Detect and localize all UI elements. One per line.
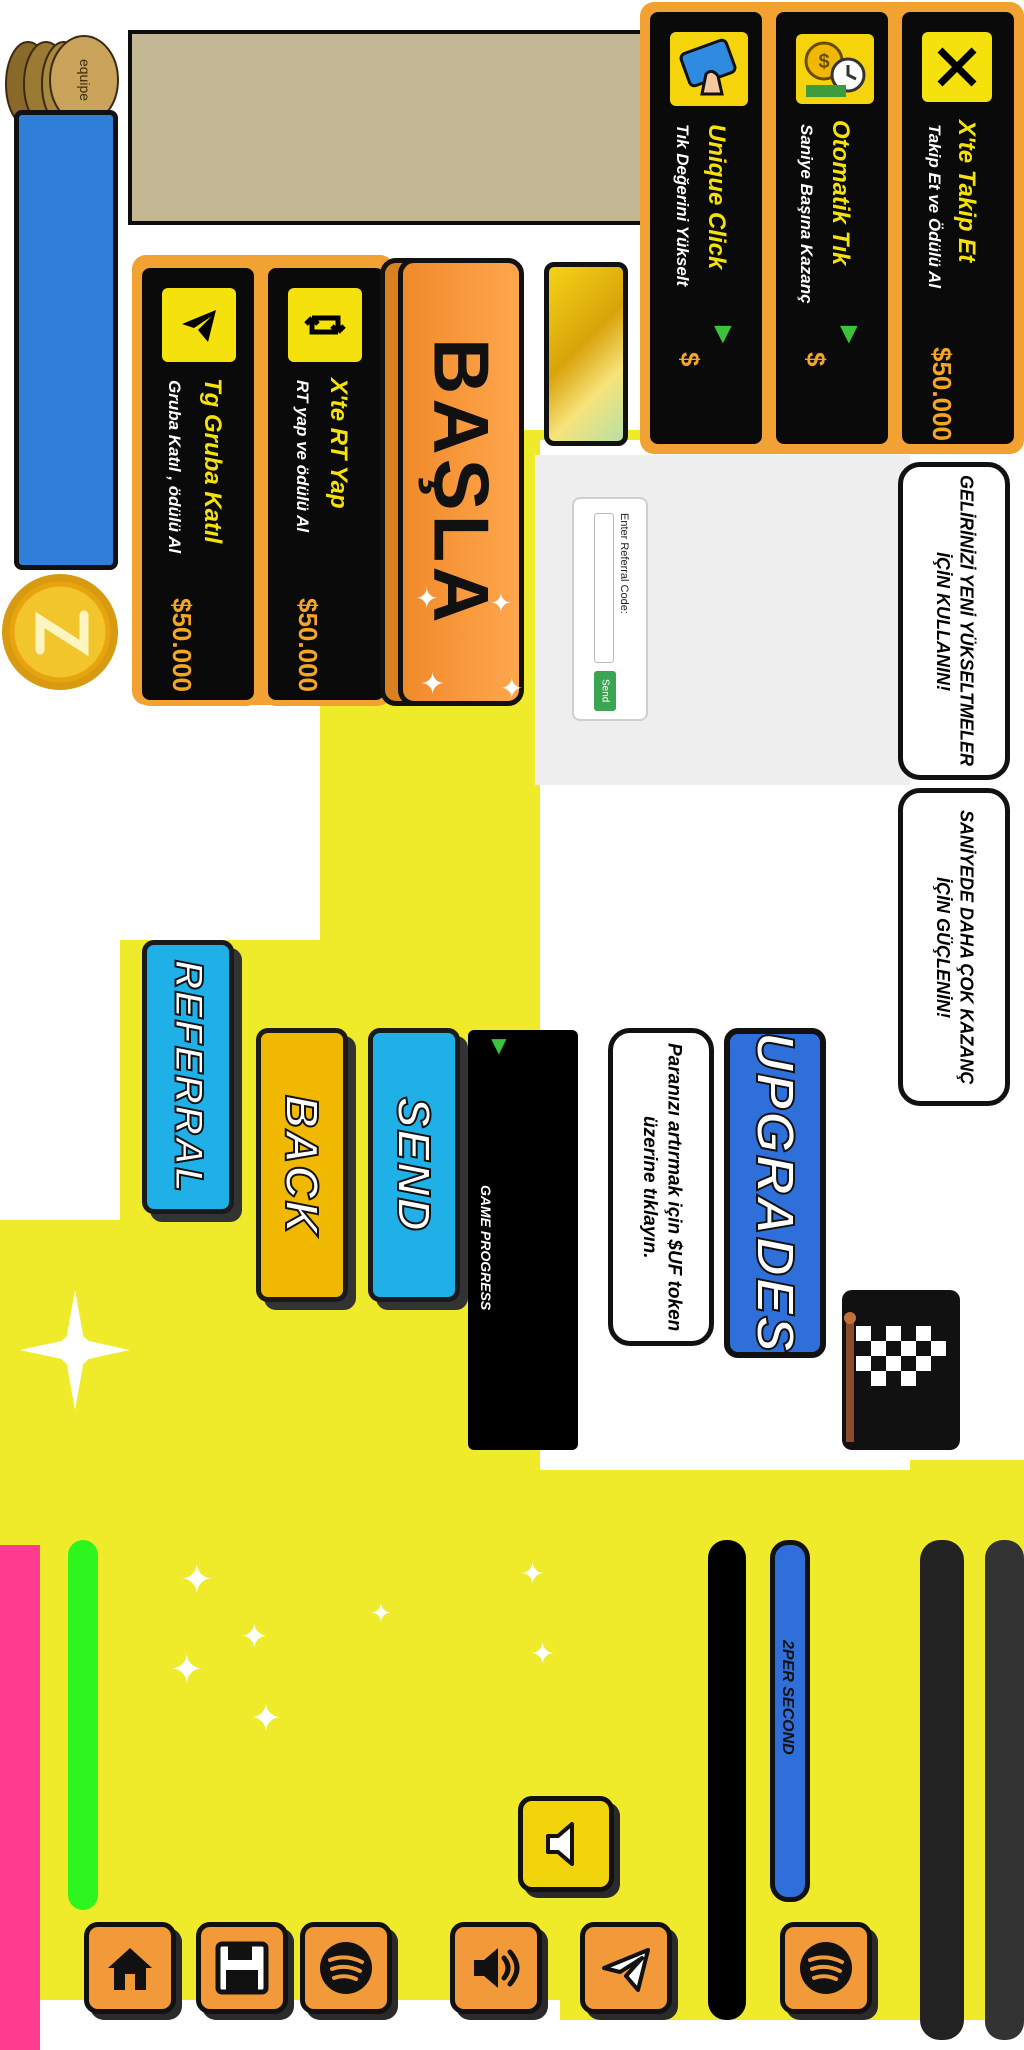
arrow-icon: ▼ [834,317,864,350]
upgrades-button[interactable]: UPGRADES [724,1028,826,1358]
task-subtitle: Tık Değerini Yükselt [673,124,692,287]
task-price: $50.000 [927,347,957,441]
task-subtitle: Takip Et ve Ödülü Al [925,124,944,289]
gold-flame-icon [544,262,628,446]
task-price: $ [801,352,831,367]
volume-icon [474,1948,520,1988]
task-title: Unique Click [703,124,730,270]
upgrades-info-pill: GELİRİNİZİ YENİ YÜKSELTMELER İÇİN KULLAN… [898,462,1010,780]
pink-bar [0,1545,40,2050]
token-info-pill: Paranızı artırmak için $UF token üzerine… [608,1028,714,1346]
green-bar [68,1540,98,1910]
send-button[interactable]: SEND [368,1028,460,1302]
mute-button[interactable] [518,1796,614,1892]
spotify-button-2[interactable] [780,1922,872,2014]
referral-code-input[interactable] [594,513,614,663]
task-price: $50.000 [167,598,197,692]
coin-blue-bar [14,110,118,570]
task-title: Tg Gruba Katıl [199,378,226,544]
referral-form: Enter Referral Code: Send [572,497,648,721]
sparkle-icon: ✦ [250,1698,282,1740]
task-card-follow-x[interactable]: X'te Takip Et Takip Et ve Ödülü Al $50.0… [896,6,1020,450]
progress-arrow-icon: ▼ [486,1030,512,1060]
spotify-icon [320,1942,372,1994]
sparkle-icon: ✦ [490,588,512,618]
big-sparkle-icon [20,1290,130,1410]
referral-label: Enter Referral Code: [618,513,630,614]
home-icon [108,1948,152,1990]
dark-bar-2 [920,1540,964,2040]
phone-tap-icon [670,32,748,106]
telegram-icon [162,288,236,362]
task-title: Otomatik Tık [827,120,854,266]
speaker-icon [546,1822,574,1866]
referral-label: REFERRAL [166,959,212,1195]
telegram-icon [602,1948,650,1992]
start-button[interactable]: BAŞLA [398,258,524,706]
gold-coin-icon [0,570,125,695]
upgrades-label: UPGRADES [744,1031,806,1355]
back-button[interactable]: BACK [256,1028,348,1302]
referral-send-button[interactable]: Send [594,671,616,711]
game-progress-label: GAME PROGRESS [478,1185,494,1311]
send-label: SEND [387,1096,441,1234]
sparkle-icon: ✦ [240,1618,269,1656]
sparkle-icon: ✦ [170,1648,204,1692]
task-card-unique-click[interactable]: Unique Click Tık Değerini Yükselt ▼ $ [644,6,768,450]
sparkle-icon: ✦ [415,583,439,614]
sparkle-icon: ✦ [520,1558,546,1591]
khaki-banner [128,30,648,225]
task-subtitle: Gruba Katıl , ödülü Al [165,380,184,554]
task-card-tg-group[interactable]: Tg Gruba Katıl Gruba Katıl , ödülü Al $5… [136,262,260,706]
save-button[interactable] [196,1922,288,2014]
sound-on-button[interactable] [450,1922,542,2014]
referral-send-label: Send [599,679,611,703]
task-card-rt-x[interactable]: X'te RT Yap RT yap ve ödülü Al $50.000 [262,262,390,706]
dark-bar-3 [985,1540,1024,2040]
task-price: $50.000 [293,598,323,692]
back-label: BACK [275,1094,329,1237]
task-title: X'te RT Yap [325,378,352,509]
spotify-icon [800,1942,852,1994]
retweet-icon [288,288,362,362]
telegram-button[interactable] [580,1922,672,2014]
checkered-flag-icon [836,1290,966,1450]
home-button[interactable] [84,1922,176,2014]
coin-brand-text: equipe [77,59,93,101]
task-title: X'te Takip Et [953,120,980,263]
svg-text:$: $ [818,51,829,73]
arrow-icon: ▼ [708,317,738,350]
x-logo-icon [922,32,992,102]
sparkle-icon: ✦ [530,1638,556,1671]
dark-bar-1 [708,1540,746,2020]
per-second-label: 2PER SECOND [779,1640,796,1755]
sparkle-icon: ✦ [370,1598,392,1628]
spotify-button[interactable] [300,1922,392,2014]
sparkle-icon: ✦ [180,1558,214,1602]
sparkle-icon: ✦ [420,668,446,701]
money-clock-icon: $ [796,34,874,104]
task-price: $ [675,352,705,367]
referral-button[interactable]: REFERRAL [142,940,234,1214]
task-subtitle: RT yap ve ödülü Al [293,380,312,533]
task-subtitle: Saniye Başına Kazanç [797,124,816,304]
task-card-auto-click[interactable]: $ Otomatik Tık Saniye Başına Kazanç ▼ $ [770,6,894,450]
floppy-disk-icon [215,1941,269,1995]
sparkle-icon: ✦ [500,673,524,704]
power-info-pill: SANİYEDE DAHA ÇOK KAZANÇ İÇİN GÜÇLENİN! [898,788,1010,1106]
white-strip-left [0,700,120,1220]
